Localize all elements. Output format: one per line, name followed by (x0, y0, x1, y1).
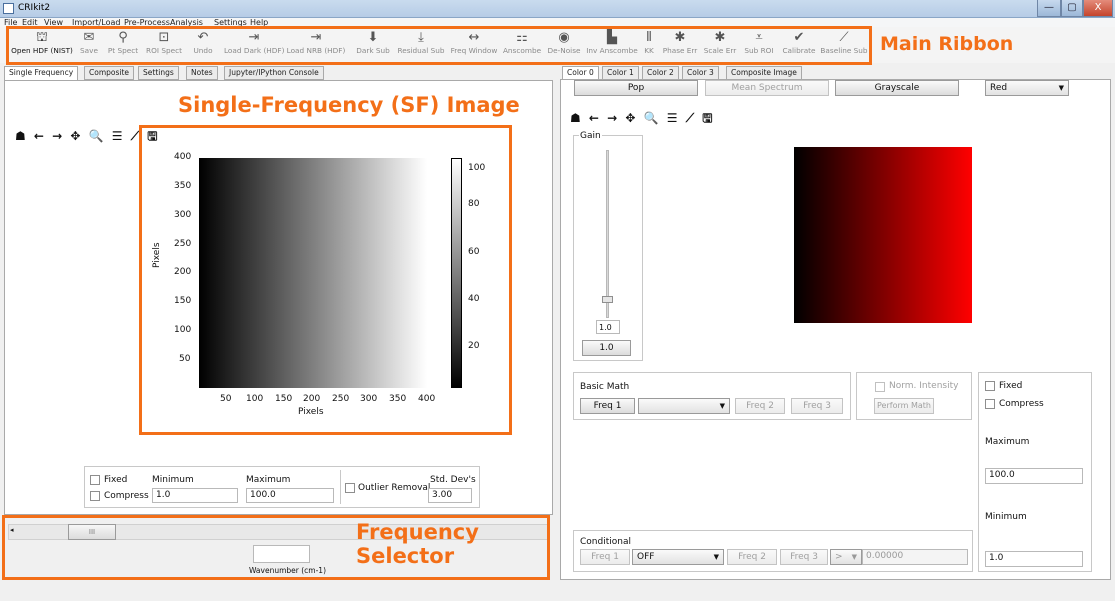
tab-color-2[interactable]: Color 2 (642, 66, 679, 80)
math-operation-select[interactable]: ▼ (638, 398, 730, 414)
pop-button[interactable]: Pop (574, 80, 698, 96)
cond-freq1-button[interactable]: Freq 1 (580, 549, 630, 565)
chevron-down-icon: ▼ (713, 553, 719, 561)
tab-composite[interactable]: Composite (84, 66, 135, 80)
color-maximum-label: Maximum (985, 437, 1030, 447)
maximum-input[interactable]: 100.0 (246, 488, 334, 503)
perform-math-button[interactable]: Perform Math (874, 398, 934, 414)
minimum-label: Minimum (152, 475, 194, 485)
minimum-input[interactable]: 1.0 (152, 488, 238, 503)
color-plot-toolbar[interactable]: ☗ ← → ✥ 🔍 ☰ ⟋ 🖫 (570, 109, 715, 130)
math-freq1-button[interactable]: Freq 1 (580, 398, 635, 414)
app-icon (3, 3, 14, 14)
maximum-label: Maximum (246, 475, 291, 485)
cond-threshold-input[interactable]: 0.00000 (862, 549, 968, 565)
gain-label: Gain (579, 131, 602, 141)
window-title: CRIkit2 (18, 3, 51, 13)
color-minimum-input[interactable]: 1.0 (985, 551, 1083, 567)
color-select[interactable]: Red ▼ (985, 80, 1069, 96)
gain-slider-track[interactable] (606, 150, 609, 318)
right-tab-bar: Color 0 Color 1 Color 2 Color 3 Composit… (562, 66, 802, 81)
chevron-down-icon: ▼ (719, 402, 725, 410)
chevron-down-icon: ▼ (851, 553, 857, 561)
std-devs-label: Std. Dev's (430, 475, 476, 485)
cond-operation-select[interactable]: OFF ▼ (632, 549, 724, 565)
color-fixed-checkbox[interactable] (985, 381, 995, 391)
frequency-selector-annotation: Frequency Selector (356, 520, 479, 568)
tab-color-1[interactable]: Color 1 (602, 66, 639, 80)
basic-math-title: Basic Math (580, 382, 630, 392)
color-maximum-input[interactable]: 100.0 (985, 468, 1083, 484)
outlier-removal-label: Outlier Removal (358, 483, 431, 493)
color-image[interactable] (794, 147, 972, 323)
main-ribbon-annotation: Main Ribbon (880, 33, 1014, 55)
divider (340, 470, 341, 504)
fixed-checkbox[interactable] (90, 475, 100, 485)
mean-spectrum-button[interactable]: Mean Spectrum (705, 80, 829, 96)
color-compress-label: Compress (999, 399, 1044, 409)
grayscale-button[interactable]: Grayscale (835, 80, 959, 96)
tab-settings[interactable]: Settings (138, 66, 179, 80)
cond-freq3-button[interactable]: Freq 3 (780, 549, 828, 565)
tab-color-3[interactable]: Color 3 (682, 66, 719, 80)
outlier-removal-checkbox[interactable] (345, 483, 355, 493)
gain-slider-handle[interactable] (602, 296, 613, 303)
tab-notes[interactable]: Notes (186, 66, 218, 80)
title-bar: CRIkit2 — ▢ X (0, 0, 1115, 18)
sf-image-highlight (139, 125, 512, 435)
norm-intensity-checkbox[interactable] (875, 382, 885, 392)
cond-freq2-button[interactable]: Freq 2 (727, 549, 777, 565)
tab-composite-image[interactable]: Composite Image (726, 66, 802, 80)
cond-comparator-select[interactable]: > ▼ (830, 549, 862, 565)
gain-input[interactable]: 1.0 (596, 320, 620, 334)
fixed-label: Fixed (104, 475, 128, 485)
math-freq3-button[interactable]: Freq 3 (791, 398, 843, 414)
tab-jupyter-console[interactable]: Jupyter/IPython Console (224, 66, 324, 80)
tab-single-frequency[interactable]: Single Frequency (4, 66, 79, 81)
left-tab-bar: Single Frequency Composite Settings Note… (4, 66, 324, 81)
norm-intensity-label: Norm. Intensity (889, 381, 959, 391)
sf-plot-toolbar[interactable]: ☗ ← → ✥ 🔍 ☰ ⟋ 🖫 (15, 127, 160, 148)
close-button[interactable]: X (1083, 0, 1113, 17)
compress-label: Compress (104, 491, 149, 501)
compress-checkbox[interactable] (90, 491, 100, 501)
main-ribbon-highlight (6, 26, 872, 65)
color-minimum-label: Minimum (985, 512, 1027, 522)
color-fixed-label: Fixed (999, 381, 1023, 391)
maximize-button[interactable]: ▢ (1061, 0, 1083, 17)
math-freq2-button[interactable]: Freq 2 (735, 398, 785, 414)
color-compress-checkbox[interactable] (985, 399, 995, 409)
minimize-button[interactable]: — (1037, 0, 1061, 17)
gain-reset-button[interactable]: 1.0 (582, 340, 631, 356)
sf-image-annotation: Single-Frequency (SF) Image (178, 93, 520, 117)
conditional-title: Conditional (580, 537, 631, 547)
chevron-down-icon: ▼ (1058, 84, 1064, 92)
std-devs-spinbox[interactable]: 3.00 (428, 488, 472, 503)
